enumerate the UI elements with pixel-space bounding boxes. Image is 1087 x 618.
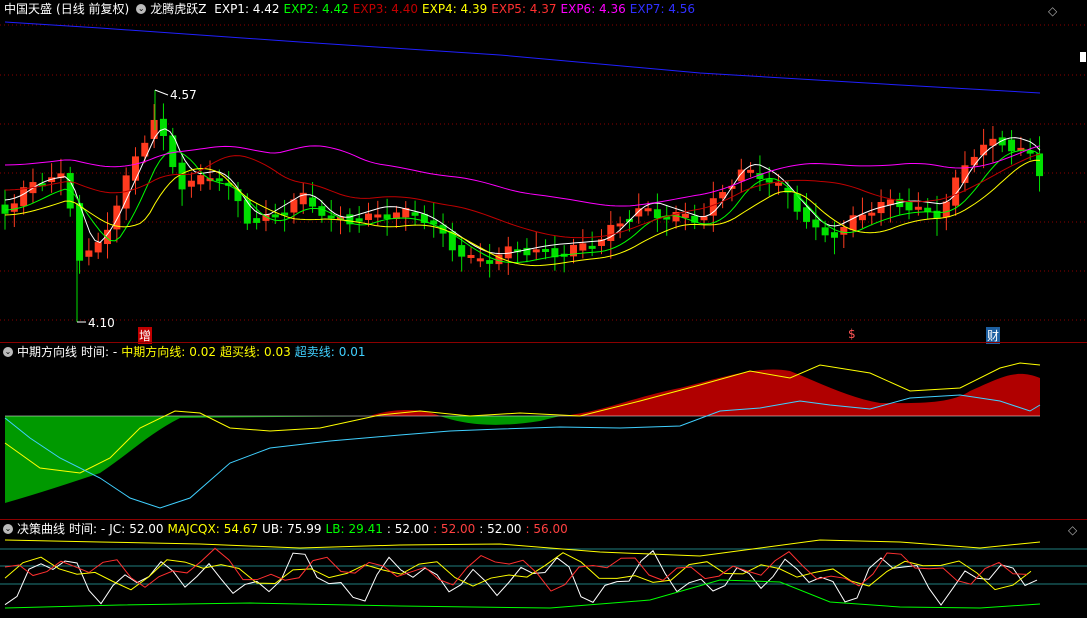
candle-body [644, 208, 652, 212]
candle-body [747, 169, 755, 173]
candle-body [309, 197, 317, 207]
candle-body [20, 187, 28, 207]
candle-body [476, 258, 484, 262]
ma-line-1 [4, 128, 1041, 255]
candle-body [868, 212, 876, 216]
candle-body [458, 245, 466, 257]
high-price-label: 4.57 [170, 88, 197, 102]
candle-body [318, 206, 326, 216]
candle-body [579, 243, 587, 251]
candle-body [187, 180, 195, 187]
mid-indicator-pane[interactable]: ⌄ 中期方向线 时间: - 中期方向线: 0.02 超买线: 0.03 超卖线: 0.01 [0, 343, 1087, 519]
candle-body [607, 224, 615, 242]
candle-body [532, 249, 540, 253]
candle-body [364, 213, 372, 220]
marker-dollar[interactable]: $ [848, 327, 856, 341]
candle-body [243, 199, 251, 224]
candle-body [905, 201, 913, 211]
candle-body [197, 175, 205, 185]
candle-body [327, 215, 335, 219]
candle-body [812, 219, 820, 228]
candle-body [150, 119, 158, 139]
high-pointer [154, 89, 169, 96]
candle-body [10, 203, 18, 212]
negative-area [5, 416, 370, 503]
candle-body [830, 232, 838, 238]
candle-body [374, 214, 382, 218]
ma-line-7 [4, 21, 1041, 94]
candle-body [411, 212, 419, 216]
negative-area-2 [440, 416, 560, 425]
candle-body [653, 209, 661, 218]
candle-body [1008, 139, 1016, 152]
candle-body [85, 250, 93, 257]
right-edge-marker [1080, 52, 1086, 62]
ma-line-5 [4, 145, 1041, 207]
candle-body [1, 204, 9, 214]
candle-body [924, 207, 932, 212]
bottom-indicator-pane[interactable]: ⌄ 决策曲线 时间: - JC: 52.00 MAJCQX: 54.67 UB: 75.99 LB… [0, 520, 1087, 618]
jc-line [4, 549, 1038, 606]
candle-body [1036, 153, 1044, 177]
positive-area-2 [560, 369, 1040, 416]
main-chart-pane[interactable]: 中国天盛 (日线 前复权) ⌄ 龙腾虎跃Z EXP1: 4.42 EXP2: 4.42 E… [0, 0, 1087, 344]
candle-body [840, 226, 848, 235]
candlestick-chart [0, 21, 1087, 323]
candle-body [215, 178, 223, 182]
candle-body [803, 207, 811, 222]
candle-body [970, 156, 978, 166]
candle-body [616, 223, 624, 227]
mid-direction-chart [4, 362, 1041, 509]
candle-body [765, 179, 773, 183]
candle-body [355, 218, 363, 222]
signal-line [4, 547, 1028, 592]
candle-body [159, 118, 167, 136]
candle-body [271, 214, 279, 218]
ma-line-3 [4, 159, 1041, 267]
ub-line [4, 539, 1041, 557]
candle-body [467, 254, 475, 258]
low-price-label: 4.10 [88, 316, 115, 330]
candle-body [775, 182, 783, 186]
candle-body [588, 245, 596, 249]
candle-body [383, 214, 391, 219]
candle-body [914, 206, 922, 210]
candle-body [178, 162, 186, 190]
candle-body [94, 242, 102, 253]
candle-body [253, 218, 261, 223]
candle-body [821, 227, 829, 236]
candle-body [486, 260, 494, 264]
candle-body [709, 198, 717, 216]
decision-curve-chart [0, 539, 1087, 609]
candle-body [793, 193, 801, 212]
candle-body [131, 156, 139, 181]
candle-body [542, 249, 550, 253]
candle-body [942, 201, 950, 218]
